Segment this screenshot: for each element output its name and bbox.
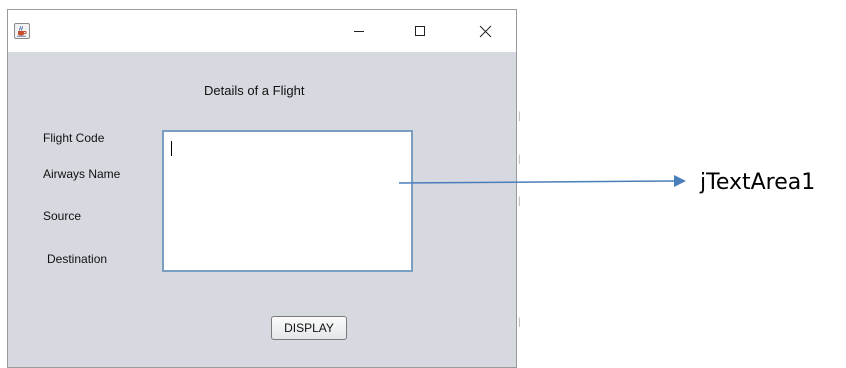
screenshot-stage: | | | | Details of a Flight Flight Code … bbox=[0, 0, 846, 368]
arrow-head-icon bbox=[674, 175, 686, 187]
annotation-label: jTextArea1 bbox=[700, 170, 816, 195]
